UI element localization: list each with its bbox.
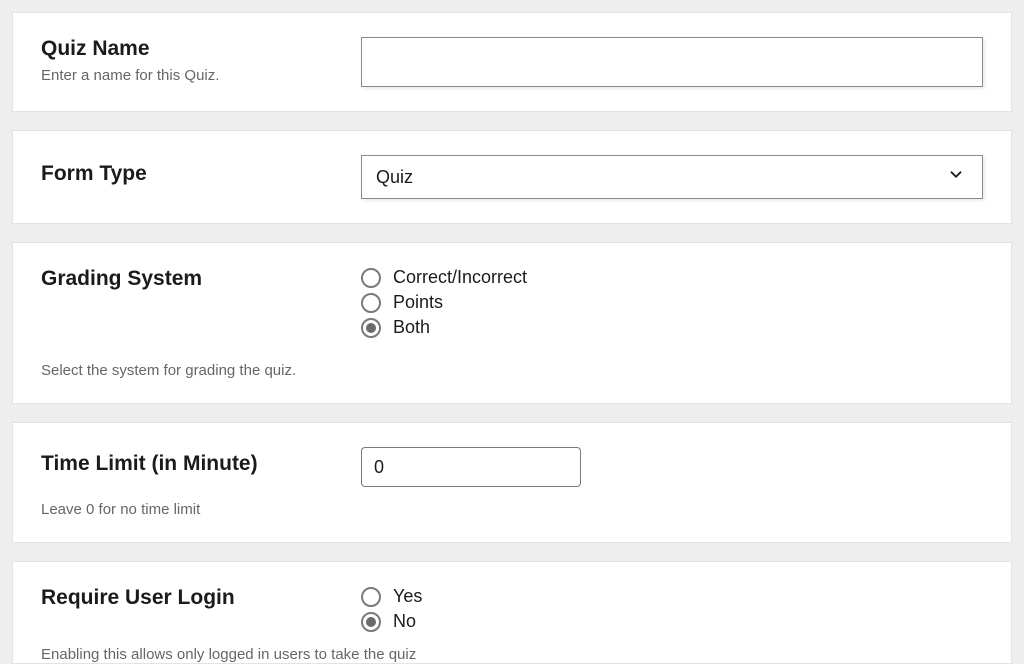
radio-icon bbox=[361, 268, 381, 288]
panel-grading-system: Grading System Correct/Incorrect Points … bbox=[12, 242, 1012, 404]
require-login-desc: Enabling this allows only logged in user… bbox=[41, 646, 983, 663]
quiz-name-desc: Enter a name for this Quiz. bbox=[41, 67, 361, 84]
require-login-radio-yes[interactable]: Yes bbox=[361, 586, 983, 607]
grading-opt1-label: Correct/Incorrect bbox=[393, 267, 527, 288]
form-type-selected: Quiz bbox=[376, 167, 413, 188]
grading-opt3-label: Both bbox=[393, 317, 430, 338]
grading-radio-correct-incorrect[interactable]: Correct/Incorrect bbox=[361, 267, 983, 288]
panel-require-login: Require User Login Yes No Enabling this … bbox=[12, 561, 1012, 664]
require-login-label: Require User Login bbox=[41, 586, 361, 610]
form-type-select[interactable]: Quiz bbox=[361, 155, 983, 199]
grading-radio-points[interactable]: Points bbox=[361, 292, 983, 313]
radio-icon bbox=[361, 293, 381, 313]
quiz-name-label: Quiz Name bbox=[41, 37, 361, 61]
time-limit-label: Time Limit (in Minute) bbox=[41, 452, 361, 476]
require-login-yes-label: Yes bbox=[393, 586, 422, 607]
radio-icon-selected bbox=[361, 318, 381, 338]
radio-icon bbox=[361, 587, 381, 607]
grading-label: Grading System bbox=[41, 267, 361, 291]
time-limit-input[interactable] bbox=[361, 447, 581, 487]
radio-icon-selected bbox=[361, 612, 381, 632]
grading-desc: Select the system for grading the quiz. bbox=[41, 362, 983, 379]
require-login-no-label: No bbox=[393, 611, 416, 632]
form-type-label: Form Type bbox=[41, 162, 361, 186]
grading-opt2-label: Points bbox=[393, 292, 443, 313]
grading-radio-both[interactable]: Both bbox=[361, 317, 983, 338]
panel-form-type: Form Type Quiz bbox=[12, 130, 1012, 224]
panel-time-limit: Time Limit (in Minute) Leave 0 for no ti… bbox=[12, 422, 1012, 543]
time-limit-desc: Leave 0 for no time limit bbox=[41, 501, 983, 518]
require-login-radio-no[interactable]: No bbox=[361, 611, 983, 632]
quiz-name-input[interactable] bbox=[361, 37, 983, 87]
panel-quiz-name: Quiz Name Enter a name for this Quiz. bbox=[12, 12, 1012, 112]
